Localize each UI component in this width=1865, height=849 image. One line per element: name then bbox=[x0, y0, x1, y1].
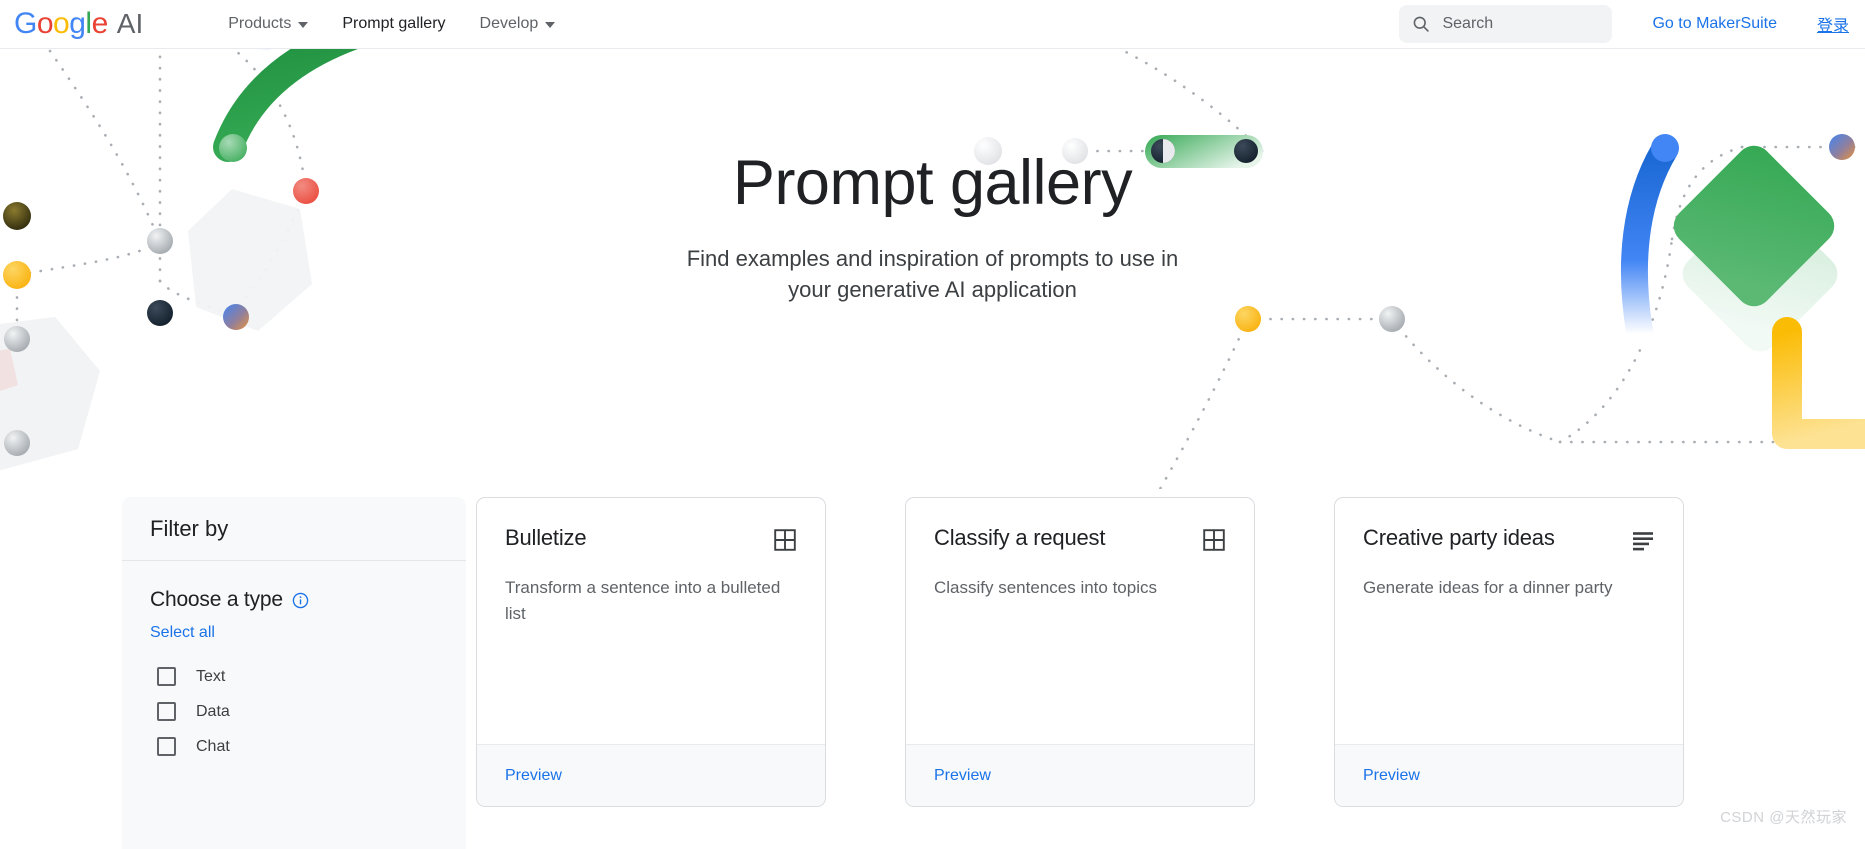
main-nav: Products Prompt gallery Develop bbox=[211, 0, 572, 49]
top-navigation-bar: Google AI Products Prompt gallery Develo… bbox=[0, 0, 1865, 49]
google-wordmark: Google bbox=[14, 7, 108, 40]
checkbox-chat[interactable] bbox=[157, 737, 176, 756]
checkbox-row-data[interactable]: Data bbox=[150, 702, 438, 721]
prompt-card-footer: Preview bbox=[1335, 744, 1683, 806]
prompt-card-header: Classify a request bbox=[934, 525, 1226, 557]
choose-a-type-row: Choose a type bbox=[150, 588, 438, 612]
prompt-card-description: Classify sentences into topics bbox=[934, 578, 1157, 597]
nav-item-develop-label: Develop bbox=[479, 15, 539, 32]
checkbox-row-text[interactable]: Text bbox=[150, 667, 438, 686]
watermark: CSDN @天然玩家 bbox=[1720, 809, 1847, 826]
chevron-down-icon bbox=[545, 22, 556, 28]
nav-item-develop[interactable]: Develop bbox=[463, 0, 573, 49]
search-input[interactable] bbox=[1442, 15, 1593, 33]
go-to-makersuite-link[interactable]: Go to MakerSuite bbox=[1652, 15, 1777, 33]
preview-link[interactable]: Preview bbox=[1363, 767, 1420, 785]
grid-2x2-icon bbox=[1202, 528, 1226, 557]
prompt-card-title: Classify a request bbox=[934, 525, 1106, 550]
checkbox-label-text: Text bbox=[196, 667, 226, 685]
header-actions: Go to MakerSuite 登录 bbox=[1399, 5, 1865, 43]
choose-a-type-label: Choose a type bbox=[150, 588, 283, 611]
hero-text-block: Prompt gallery Find examples and inspira… bbox=[0, 148, 1865, 305]
prompt-card-description: Transform a sentence into a bulleted lis… bbox=[505, 578, 781, 623]
hero-section: Prompt gallery Find examples and inspira… bbox=[0, 49, 1865, 489]
checkbox-text[interactable] bbox=[157, 667, 176, 686]
filter-panel: Filter by Choose a type Select all Text bbox=[122, 497, 466, 849]
preview-link[interactable]: Preview bbox=[934, 767, 991, 785]
nav-item-prompt-gallery-label: Prompt gallery bbox=[342, 15, 446, 32]
checkbox-row-chat[interactable]: Chat bbox=[150, 737, 438, 756]
prompt-card-body: Creative party ideas Generate ideas for … bbox=[1335, 498, 1683, 744]
prompt-card-header: Bulletize bbox=[505, 525, 797, 557]
prompt-card-body: Bulletize Transform a sentence into a bu… bbox=[477, 498, 825, 744]
info-icon[interactable] bbox=[292, 592, 309, 609]
page-subtitle: Find examples and inspiration of prompts… bbox=[0, 244, 1865, 305]
prompt-card-footer: Preview bbox=[906, 744, 1254, 806]
filter-panel-body: Choose a type Select all Text Data Chat bbox=[122, 561, 466, 756]
prompt-card[interactable]: Creative party ideas Generate ideas for … bbox=[1334, 497, 1684, 807]
prompt-card-header: Creative party ideas bbox=[1363, 525, 1655, 557]
page-subtitle-line1: Find examples and inspiration of prompts… bbox=[686, 246, 1179, 272]
prompt-card-title: Bulletize bbox=[505, 525, 587, 550]
prompt-card[interactable]: Bulletize Transform a sentence into a bu… bbox=[476, 497, 826, 807]
google-ai-logo[interactable]: Google AI bbox=[14, 7, 143, 41]
type-checkbox-group: Text Data Chat bbox=[150, 667, 438, 756]
nav-item-products[interactable]: Products bbox=[211, 0, 325, 49]
select-all-link[interactable]: Select all bbox=[150, 624, 215, 642]
prompt-card-footer: Preview bbox=[477, 744, 825, 806]
preview-link[interactable]: Preview bbox=[505, 767, 562, 785]
page-title: Prompt gallery bbox=[732, 148, 1133, 218]
search-icon bbox=[1414, 16, 1430, 32]
nav-item-prompt-gallery[interactable]: Prompt gallery bbox=[325, 0, 462, 49]
grid-2x2-icon bbox=[773, 528, 797, 557]
prompt-card-description: Generate ideas for a dinner party bbox=[1363, 578, 1613, 597]
text-lines-icon bbox=[1631, 528, 1655, 557]
gallery-content: Filter by Choose a type Select all Text bbox=[0, 489, 1865, 849]
prompt-card-title: Creative party ideas bbox=[1363, 525, 1555, 550]
prompt-card[interactable]: Classify a request Classify sentences in… bbox=[905, 497, 1255, 807]
checkbox-data[interactable] bbox=[157, 702, 176, 721]
filter-panel-heading: Filter by bbox=[122, 497, 466, 561]
checkbox-label-chat: Chat bbox=[196, 737, 230, 755]
prompt-card-body: Classify a request Classify sentences in… bbox=[906, 498, 1254, 744]
search-box[interactable] bbox=[1399, 5, 1613, 43]
checkbox-label-data: Data bbox=[196, 702, 230, 720]
nav-item-products-label: Products bbox=[228, 15, 292, 32]
sign-in-link[interactable]: 登录 bbox=[1817, 12, 1849, 36]
page-subtitle-line2: your generative AI application bbox=[788, 276, 1077, 302]
prompt-card-grid: Bulletize Transform a sentence into a bu… bbox=[476, 497, 1684, 807]
ai-wordmark: AI bbox=[116, 8, 144, 39]
chevron-down-icon bbox=[298, 22, 309, 28]
